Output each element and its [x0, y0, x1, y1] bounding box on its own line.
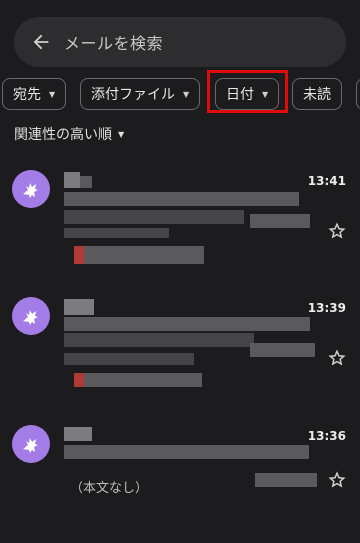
redacted-sender	[80, 176, 92, 188]
avatar	[12, 170, 50, 208]
redacted-subject	[64, 445, 309, 459]
search-bar[interactable]: メールを検索	[14, 17, 346, 67]
email-time: 13:41	[307, 174, 346, 188]
filter-chip-recipient[interactable]: 宛先 ▼	[2, 78, 67, 110]
redacted-snippet	[250, 214, 310, 228]
redacted-attachment	[84, 246, 204, 264]
redacted-snippet	[64, 353, 194, 365]
star-icon[interactable]	[328, 222, 346, 240]
star-icon[interactable]	[328, 471, 346, 489]
sort-dropdown[interactable]: 関連性の高い順 ▼	[14, 124, 124, 144]
search-input[interactable]: メールを検索	[64, 30, 163, 54]
filter-chip-attachment[interactable]: 添付ファイル ▼	[80, 78, 201, 110]
email-list-item[interactable]: 13:41	[0, 170, 360, 288]
redacted-snippet	[64, 210, 244, 224]
redacted-subject	[64, 317, 310, 331]
email-snippet: （本文なし）	[70, 481, 149, 496]
chip-label: 宛先	[13, 87, 41, 103]
redacted-sender	[64, 427, 92, 441]
redacted-attachment	[74, 246, 84, 264]
star-icon[interactable]	[328, 349, 346, 367]
pegasus-icon	[23, 183, 38, 198]
sort-label: 関連性の高い順	[14, 127, 112, 143]
pegasus-icon	[23, 310, 38, 325]
email-list-item[interactable]: 13:39	[0, 297, 360, 415]
email-time: 13:39	[307, 301, 346, 315]
back-arrow-icon[interactable]	[30, 31, 52, 53]
pegasus-icon	[23, 438, 38, 453]
avatar	[12, 297, 50, 335]
chip-label: 日付	[226, 87, 254, 103]
redacted-snippet	[64, 228, 169, 238]
redacted-snippet	[64, 333, 254, 347]
caret-down-icon: ▼	[118, 129, 125, 139]
caret-down-icon: ▼	[183, 89, 190, 99]
redacted-attachment	[74, 373, 84, 387]
avatar	[12, 425, 50, 463]
filter-chip-unread[interactable]: 未読	[292, 78, 342, 110]
redacted-snippet	[250, 343, 315, 357]
redacted-sender	[64, 172, 80, 188]
chip-label: 添付ファイル	[91, 87, 175, 103]
redacted-subject	[64, 192, 299, 206]
email-list-item[interactable]: 13:36 （本文なし）	[0, 425, 360, 543]
redacted-snippet	[255, 473, 317, 487]
chip-label: 未読	[303, 87, 331, 103]
redacted-attachment	[84, 373, 202, 387]
filter-chip-row: 宛先 ▼ 添付ファイル ▼ 日付 ▼ 未読	[0, 78, 360, 112]
email-time: 13:36	[307, 429, 346, 443]
filter-chip-date[interactable]: 日付 ▼	[215, 78, 280, 110]
filter-chip-more[interactable]	[356, 78, 360, 110]
caret-down-icon: ▼	[262, 89, 269, 99]
redacted-sender	[64, 299, 94, 315]
caret-down-icon: ▼	[49, 89, 56, 99]
